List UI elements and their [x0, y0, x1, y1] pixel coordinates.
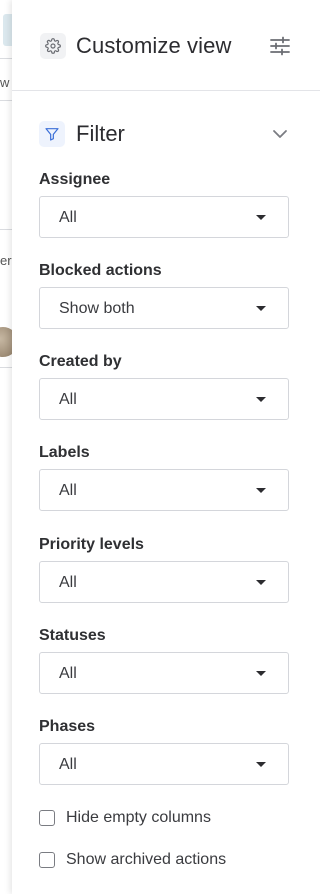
labels-select[interactable]: All	[39, 469, 289, 511]
caret-down-icon	[256, 671, 266, 676]
assignee-select[interactable]: All	[39, 196, 289, 238]
caret-down-icon	[256, 580, 266, 585]
caret-down-icon	[256, 215, 266, 220]
blocked-actions-select[interactable]: Show both	[39, 287, 289, 329]
filter-section-title: Filter	[76, 121, 125, 146]
blocked-actions-label: Blocked actions	[39, 262, 162, 279]
filter-icon	[39, 121, 65, 147]
show-archived-actions-checkbox[interactable]: Show archived actions	[39, 850, 299, 872]
background-text-fragment: w	[0, 75, 10, 90]
caret-down-icon	[256, 488, 266, 493]
background-divider	[0, 367, 12, 368]
checkbox-box[interactable]	[39, 810, 55, 826]
statuses-select-value: All	[59, 665, 77, 682]
labels-select-value: All	[59, 482, 77, 499]
chevron-down-icon[interactable]	[268, 122, 292, 146]
hide-empty-columns-label: Hide empty columns	[66, 809, 211, 826]
phases-select[interactable]: All	[39, 743, 289, 785]
checkbox-box[interactable]	[39, 852, 55, 868]
panel-title: Customize view	[76, 33, 232, 58]
background-app: w er	[0, 0, 18, 894]
screen: w er Customize view Filter Assignee All …	[0, 0, 320, 894]
caret-down-icon	[256, 762, 266, 767]
statuses-select[interactable]: All	[39, 652, 289, 694]
phases-select-value: All	[59, 756, 77, 773]
blocked-actions-select-value: Show both	[59, 300, 135, 317]
filter-section-header[interactable]: Filter	[12, 112, 320, 156]
labels-label: Labels	[39, 444, 90, 461]
created-by-select-value: All	[59, 391, 77, 408]
caret-down-icon	[256, 306, 266, 311]
phases-label: Phases	[39, 718, 96, 735]
created-by-select[interactable]: All	[39, 378, 289, 420]
panel-header: Customize view	[12, 0, 320, 91]
background-text-fragment: er	[0, 253, 12, 268]
caret-down-icon	[256, 397, 266, 402]
assignee-select-value: All	[59, 209, 77, 226]
priority-levels-select-value: All	[59, 574, 77, 591]
background-tab	[3, 14, 12, 46]
created-by-label: Created by	[39, 353, 122, 370]
sliders-icon[interactable]	[268, 34, 292, 58]
priority-levels-select[interactable]: All	[39, 561, 289, 603]
background-divider	[0, 229, 12, 230]
priority-levels-label: Priority levels	[39, 536, 144, 553]
assignee-label: Assignee	[39, 171, 111, 188]
hide-empty-columns-checkbox[interactable]: Hide empty columns	[39, 808, 299, 830]
background-divider	[0, 58, 12, 59]
statuses-label: Statuses	[39, 627, 106, 644]
background-divider	[0, 100, 12, 101]
gear-icon	[40, 33, 66, 59]
customize-view-panel: Customize view Filter Assignee All Block…	[12, 0, 320, 894]
show-archived-actions-label: Show archived actions	[66, 851, 227, 868]
